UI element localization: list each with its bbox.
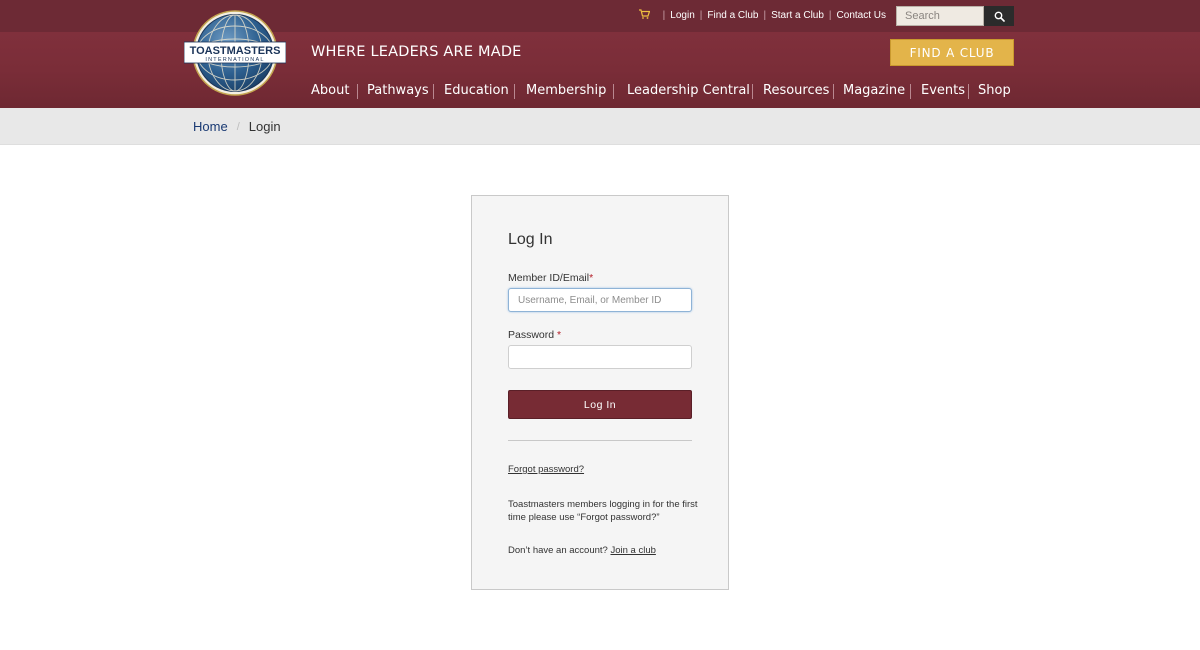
nav-magazine[interactable]: Magazine [843, 83, 905, 99]
required-marker: * [589, 272, 594, 284]
find-a-club-button[interactable]: FIND A CLUB [890, 39, 1014, 66]
forgot-password-link[interactable]: Forgot password? [508, 464, 584, 475]
login-card: Log In Member ID/Email* Password * Log I… [471, 195, 729, 590]
nav-pathways[interactable]: Pathways [367, 83, 429, 99]
nav-separator [357, 84, 358, 99]
tagline: WHERE LEADERS ARE MADE [311, 44, 522, 60]
breadcrumb-home[interactable]: Home [193, 119, 228, 134]
member-id-label: Member ID/Email* [508, 272, 593, 284]
utility-separator: | [662, 10, 666, 21]
password-label: Password * [508, 329, 561, 341]
login-link[interactable]: Login [670, 9, 694, 23]
search-input[interactable] [896, 6, 984, 26]
site-header: TOASTMASTERS INTERNATIONAL WHERE LEADERS… [0, 0, 1200, 108]
header-inner: TOASTMASTERS INTERNATIONAL WHERE LEADERS… [0, 0, 1200, 108]
member-id-label-text: Member ID/Email [508, 272, 590, 284]
utility-separator: | [699, 10, 703, 21]
nav-shop[interactable]: Shop [978, 83, 1011, 99]
nav-separator [433, 84, 434, 99]
nav-events[interactable]: Events [921, 83, 965, 99]
logo-subtext: INTERNATIONAL [205, 57, 264, 63]
nav-leadership-central[interactable]: Leadership Central [627, 83, 750, 99]
nav-separator [752, 84, 753, 99]
login-submit-button[interactable]: Log In [508, 390, 692, 419]
utility-nav: | Login | Find a Club | Start a Club | C… [638, 9, 886, 23]
join-a-club-link[interactable]: Join a club [610, 545, 655, 556]
breadcrumb-separator: / [236, 120, 240, 133]
nav-about[interactable]: About [311, 83, 349, 99]
search-button[interactable] [984, 6, 1014, 26]
no-account-text: Don’t have an account? [508, 545, 611, 556]
breadcrumb: Home / Login [193, 119, 281, 134]
nav-resources[interactable]: Resources [763, 83, 829, 99]
required-marker: * [557, 329, 562, 341]
nav-separator [833, 84, 834, 99]
card-divider [508, 440, 692, 441]
nav-separator [910, 84, 911, 99]
breadcrumb-current: Login [248, 119, 281, 134]
cart-icon[interactable] [638, 9, 651, 23]
password-label-text: Password [508, 329, 558, 341]
header-search [896, 6, 1014, 26]
signup-prompt: Don’t have an account? Join a club [508, 545, 656, 556]
main-nav: About Pathways Education Membership Lead… [0, 83, 1200, 101]
first-time-note: Toastmasters members logging in for the … [508, 499, 698, 523]
nav-education[interactable]: Education [444, 83, 509, 99]
breadcrumb-bar: Home / Login [0, 108, 1200, 145]
member-id-input[interactable] [508, 288, 692, 312]
password-input[interactable] [508, 345, 692, 369]
nav-separator [968, 84, 969, 99]
find-a-club-link[interactable]: Find a Club [707, 9, 758, 23]
nav-separator [613, 84, 614, 99]
login-title: Log In [508, 231, 553, 248]
utility-separator: | [763, 10, 767, 21]
nav-separator [514, 84, 515, 99]
logo-text: TOASTMASTERS [190, 45, 281, 57]
contact-us-link[interactable]: Contact Us [837, 9, 886, 23]
start-a-club-link[interactable]: Start a Club [771, 9, 824, 23]
utility-separator: | [828, 10, 832, 21]
search-icon [994, 11, 1005, 22]
nav-membership[interactable]: Membership [526, 83, 606, 99]
